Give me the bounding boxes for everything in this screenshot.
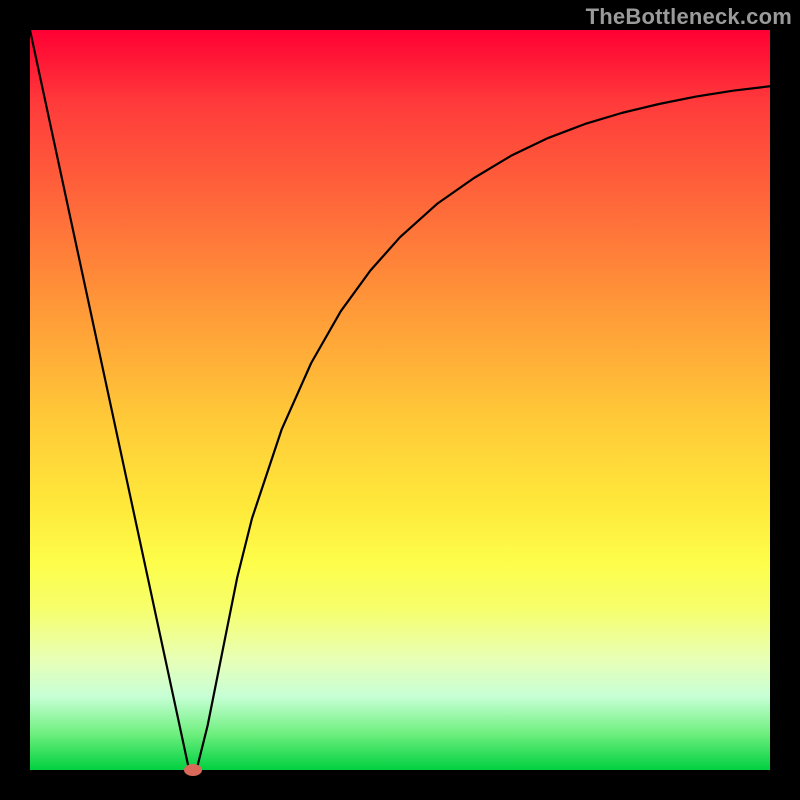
minimum-marker	[184, 764, 202, 776]
chart-frame: TheBottleneck.com	[0, 0, 800, 800]
bottleneck-curve-path	[30, 30, 770, 770]
plot-area	[30, 30, 770, 770]
bottleneck-curve-svg	[30, 30, 770, 770]
watermark-text: TheBottleneck.com	[586, 4, 792, 30]
